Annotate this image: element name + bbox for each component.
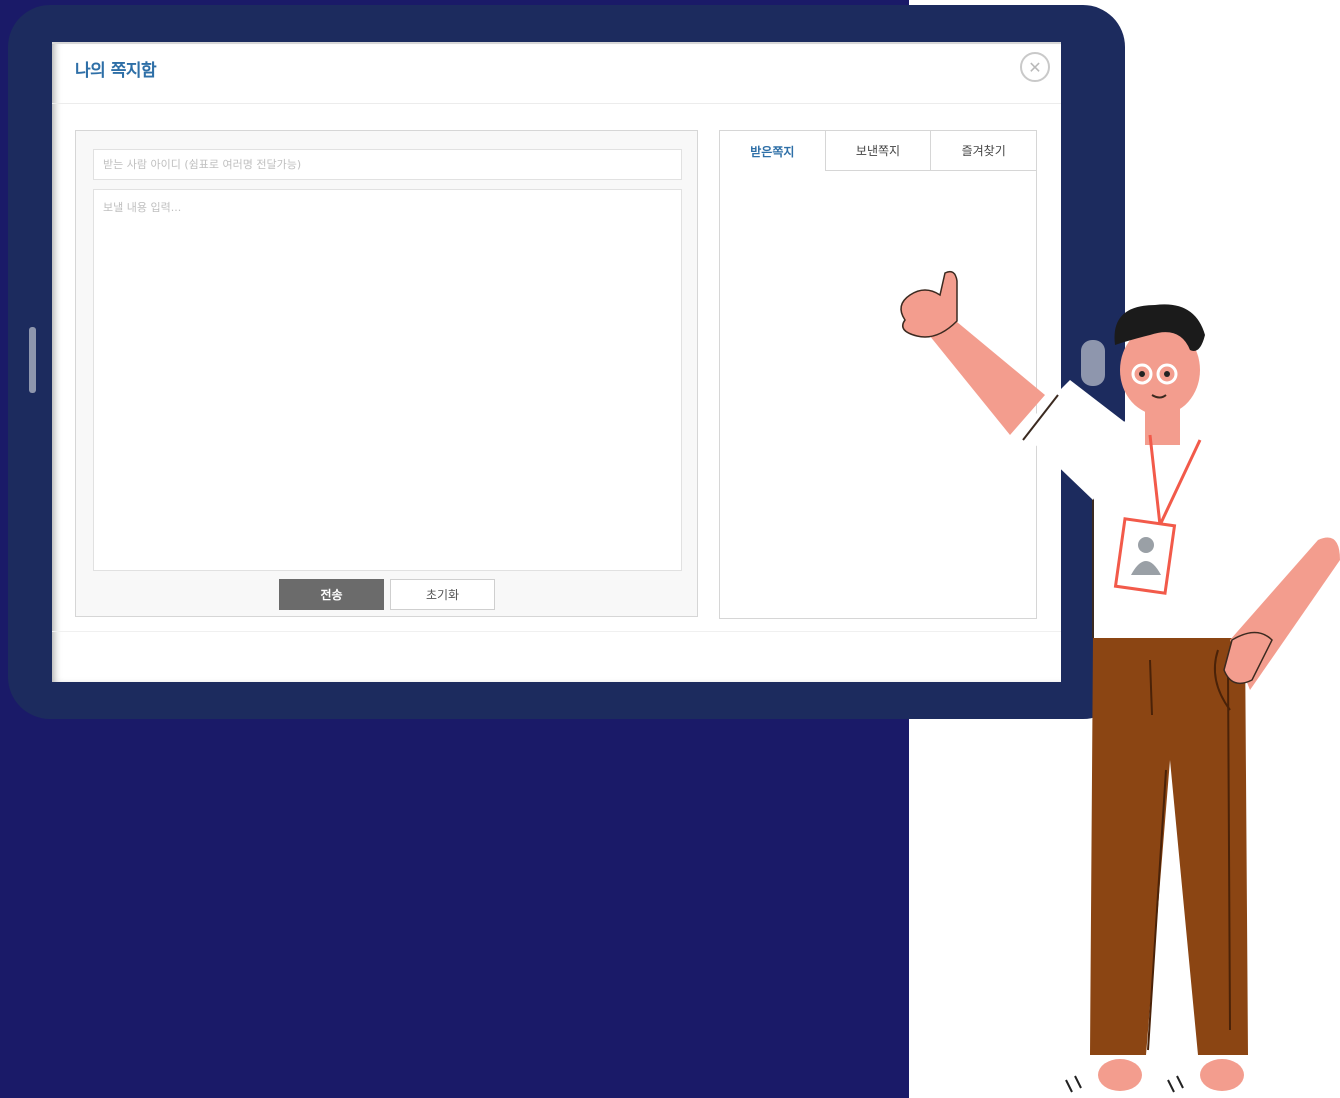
tablet-home-button: [1081, 340, 1105, 386]
window-top-border: [52, 42, 1061, 44]
recipient-input[interactable]: [93, 149, 682, 180]
compose-panel: 전송 초기화: [75, 130, 698, 617]
window-footer-divider: [52, 631, 1061, 632]
message-tabs: 받은쪽지 보낸쪽지 즐겨찾기: [720, 131, 1037, 171]
send-button[interactable]: 전송: [279, 579, 384, 610]
reset-button[interactable]: 초기화: [390, 579, 495, 610]
message-box-window: 나의 쪽지함 ✕ 전송 초기화 받은쪽지 보낸쪽지 즐겨찾기: [52, 42, 1061, 682]
close-button[interactable]: ✕: [1020, 52, 1050, 82]
title-divider: [52, 103, 1061, 104]
message-list-panel: 받은쪽지 보낸쪽지 즐겨찾기: [719, 130, 1037, 619]
tablet-side-button: [29, 327, 36, 393]
message-textarea[interactable]: [93, 189, 682, 571]
window-title: 나의 쪽지함: [75, 61, 157, 81]
close-icon: ✕: [1028, 57, 1042, 77]
tab-sent[interactable]: 보낸쪽지: [824, 131, 931, 171]
tab-received[interactable]: 받은쪽지: [720, 131, 825, 171]
tab-favorites[interactable]: 즐겨찾기: [930, 131, 1037, 171]
